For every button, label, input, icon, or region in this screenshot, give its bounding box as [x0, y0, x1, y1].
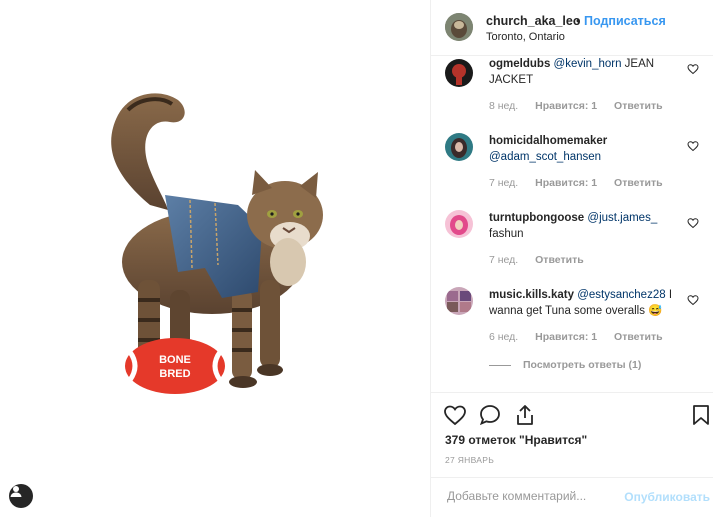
- comment-text: music.kills.katy @estysanchez28 I wanna …: [489, 287, 685, 319]
- comment-time[interactable]: 7 нед.: [489, 177, 518, 189]
- commenter-avatar-image: [445, 133, 473, 161]
- post-header: church_aka_leo • Подписаться Toronto, On…: [431, 0, 713, 56]
- comment-time[interactable]: 7 нед.: [489, 254, 518, 266]
- user-tag-icon[interactable]: [9, 484, 33, 508]
- comment-body: fashun: [489, 228, 524, 240]
- comment-username[interactable]: music.kills.katy: [489, 289, 574, 301]
- comment-mention[interactable]: @just.james_: [587, 212, 657, 224]
- comment-meta: 6 нед. Нравится: 1 Ответить: [489, 331, 677, 343]
- publish-button[interactable]: Опубликовать: [624, 490, 710, 504]
- author-avatar[interactable]: [445, 13, 473, 41]
- share-icon[interactable]: [513, 403, 537, 427]
- comment-likes-count[interactable]: Нравится: 1: [535, 100, 597, 112]
- comment-meta: 8 нед. Нравится: 1 Ответить: [489, 100, 677, 112]
- heart-icon[interactable]: [443, 403, 467, 427]
- commenter-avatar[interactable]: [445, 210, 473, 238]
- comment-time[interactable]: 8 нед.: [489, 100, 518, 112]
- commenter-avatar[interactable]: [445, 59, 473, 87]
- commenter-avatar[interactable]: [445, 133, 473, 161]
- replies-divider-line: [489, 364, 511, 366]
- comment-like-heart-icon[interactable]: [687, 63, 699, 75]
- post-actions: 379 отметок "Нравится" 27 ЯНВАРЬ Опублик…: [431, 392, 713, 518]
- post-date[interactable]: 27 ЯНВАРЬ: [445, 455, 494, 465]
- follow-button[interactable]: Подписаться: [584, 14, 666, 28]
- comment-input[interactable]: [445, 488, 619, 504]
- commenter-avatar-image: [445, 287, 473, 315]
- comment-like-heart-icon[interactable]: [687, 294, 699, 306]
- comment-username[interactable]: homicidalhomemaker: [489, 135, 607, 147]
- instagram-post-dialog: BONE BRED church_aka_leo • Подписаться T…: [0, 0, 713, 517]
- comment-reply-button[interactable]: Ответить: [614, 331, 663, 343]
- comment-like-heart-icon[interactable]: [687, 217, 699, 229]
- post-photo[interactable]: BONE BRED: [0, 0, 430, 517]
- post-side-panel: church_aka_leo • Подписаться Toronto, On…: [430, 0, 713, 517]
- comment-mention[interactable]: @estysanchez28: [577, 289, 665, 301]
- add-comment-bar: Опубликовать: [431, 477, 713, 518]
- view-replies-label: Посмотреть ответы (1): [523, 359, 642, 371]
- comment-text: ogmeldubs @kevin_horn JEAN JACKET: [489, 56, 685, 88]
- post-location[interactable]: Toronto, Ontario: [486, 31, 565, 43]
- commenter-avatar-image: [445, 59, 473, 87]
- author-avatar-image: [445, 13, 473, 41]
- comment-reply-button[interactable]: Ответить: [535, 254, 584, 266]
- post-likes-count[interactable]: 379 отметок "Нравится": [445, 433, 587, 447]
- commenter-avatar[interactable]: [445, 287, 473, 315]
- header-separator: •: [576, 14, 581, 28]
- comment-like-heart-icon[interactable]: [687, 140, 699, 152]
- comment-meta: 7 нед. Нравится: 1 Ответить: [489, 177, 677, 189]
- user-silhouette-icon: [10, 486, 22, 497]
- comment-mention[interactable]: @adam_scot_hansen: [489, 151, 601, 163]
- comment-likes-count[interactable]: Нравится: 1: [535, 177, 597, 189]
- toy-label-top: BONE: [159, 354, 191, 366]
- toy-label-bottom: BRED: [159, 368, 190, 380]
- comment-likes-count[interactable]: Нравится: 1: [535, 331, 597, 343]
- view-replies-button[interactable]: Посмотреть ответы (1): [489, 359, 641, 371]
- comment-reply-button[interactable]: Ответить: [614, 177, 663, 189]
- comment-text: homicidalhomemaker @adam_scot_hansen: [489, 133, 685, 165]
- comment-mention[interactable]: @kevin_horn: [554, 58, 622, 70]
- comment-username[interactable]: ogmeldubs: [489, 58, 550, 70]
- comment-username[interactable]: turntupbongoose: [489, 212, 584, 224]
- comment-icon[interactable]: [478, 403, 502, 427]
- author-username[interactable]: church_aka_leo: [486, 14, 581, 28]
- comment-meta: 7 нед. Ответить: [489, 254, 598, 266]
- commenter-avatar-image: [445, 210, 473, 238]
- bookmark-icon[interactable]: [689, 403, 713, 427]
- comment-time[interactable]: 6 нед.: [489, 331, 518, 343]
- cat-photo-illustration: BONE BRED: [111, 93, 323, 394]
- comment-reply-button[interactable]: Ответить: [614, 100, 663, 112]
- comment-text: turntupbongoose @just.james_ fashun: [489, 210, 685, 242]
- comments-list[interactable]: ogmeldubs @kevin_horn JEAN JACKET 8 нед.…: [431, 56, 713, 396]
- bone-bred-toy: BONE BRED: [125, 338, 225, 394]
